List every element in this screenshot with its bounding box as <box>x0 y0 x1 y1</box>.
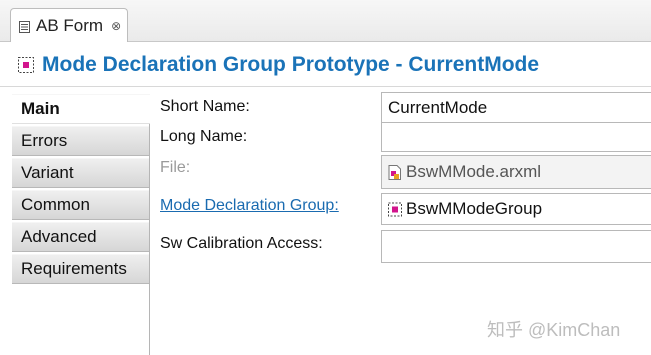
file-field: BswMMode.arxml <box>381 155 651 189</box>
prototype-icon <box>18 56 34 73</box>
mode-declaration-group-field[interactable]: BswMModeGroup <box>381 193 651 225</box>
mode-group-icon <box>388 202 402 217</box>
file-label: File: <box>160 159 191 176</box>
sw-calibration-access-label: Sw Calibration Access: <box>160 235 323 252</box>
page-header: Mode Declaration Group Prototype - Curre… <box>0 43 651 87</box>
arxml-file-icon <box>388 164 402 180</box>
section-nav: Main Errors Variant Common Advanced Requ… <box>12 94 150 355</box>
file-value: BswMMode.arxml <box>406 162 542 181</box>
nav-item-requirements[interactable]: Requirements <box>12 254 149 284</box>
nav-item-errors[interactable]: Errors <box>12 126 149 156</box>
editor-tab-label: AB Form <box>36 15 104 35</box>
short-name-field[interactable] <box>381 92 651 124</box>
mode-declaration-group-link[interactable]: Mode Declaration Group: <box>160 197 339 215</box>
sw-calibration-access-input[interactable] <box>388 236 651 257</box>
sw-calibration-access-field[interactable] <box>381 230 651 263</box>
short-name-label: Short Name: <box>160 98 250 115</box>
watermark-text: 知乎 @KimChan <box>487 320 621 340</box>
page-title: Mode Declaration Group Prototype - Curre… <box>42 52 540 76</box>
nav-item-common[interactable]: Common <box>12 190 149 220</box>
long-name-label: Long Name: <box>160 128 248 145</box>
nav-item-variant[interactable]: Variant <box>12 158 149 188</box>
long-name-field[interactable] <box>381 122 651 152</box>
editor-tab-ab-form[interactable]: AB Form ⊗ <box>10 8 128 42</box>
nav-item-advanced[interactable]: Advanced <box>12 222 149 252</box>
editor-tab-strip: AB Form ⊗ <box>0 0 651 42</box>
short-name-input[interactable] <box>388 98 651 118</box>
close-icon[interactable]: ⊗ <box>111 19 121 33</box>
mode-declaration-group-value: BswMModeGroup <box>406 199 543 218</box>
nav-item-main[interactable]: Main <box>12 94 150 124</box>
long-name-input[interactable] <box>388 127 651 147</box>
form-icon <box>19 20 30 33</box>
